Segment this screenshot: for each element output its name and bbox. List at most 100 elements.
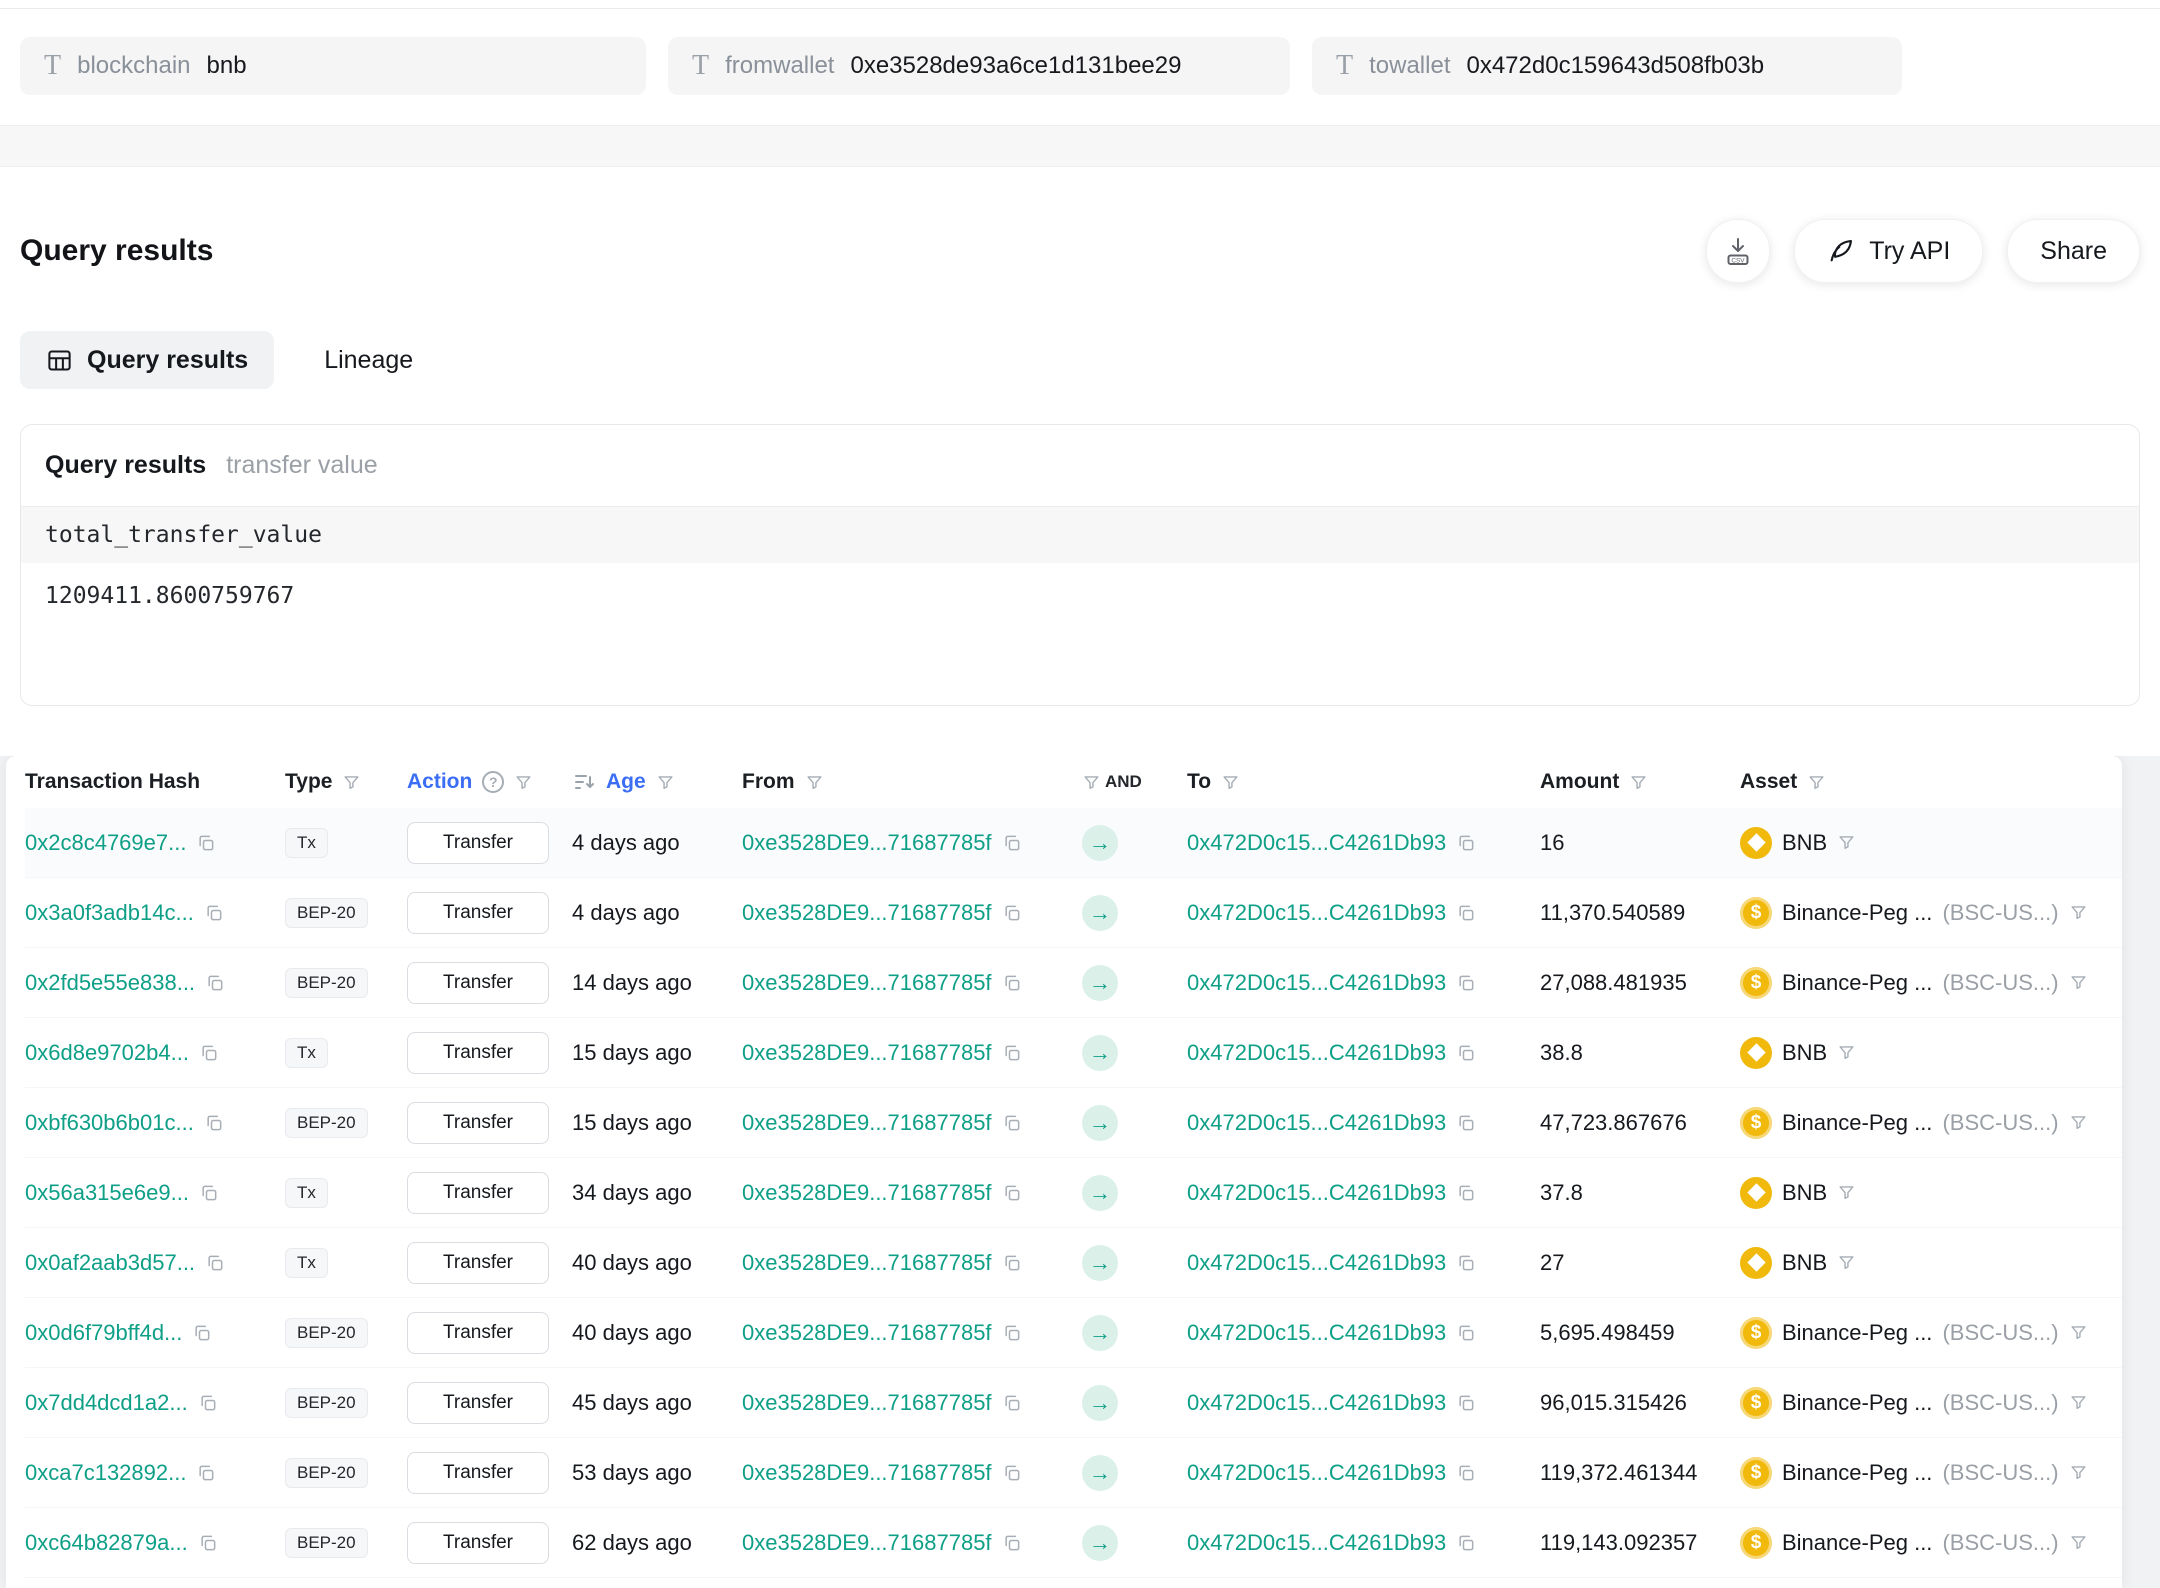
copy-icon[interactable] — [204, 1113, 224, 1133]
from-address-link[interactable]: 0xe3528DE9...71687785f — [742, 1320, 992, 1346]
filter-icon[interactable] — [514, 773, 533, 792]
filter-icon[interactable] — [2069, 1533, 2088, 1552]
and-filter-chip[interactable]: AND — [1082, 772, 1142, 792]
copy-icon[interactable] — [198, 1533, 218, 1553]
filter-icon[interactable] — [1629, 773, 1648, 792]
header-actions: CSV Try API Share — [1706, 219, 2140, 283]
transaction-hash-link[interactable]: 0x3a0f3adb14c... — [25, 900, 194, 926]
help-icon[interactable]: ? — [482, 771, 504, 793]
param-towallet[interactable]: T towallet 0x472d0c159643d508fb03b — [1312, 37, 1902, 95]
filter-icon[interactable] — [2069, 903, 2088, 922]
copy-icon[interactable] — [192, 1323, 212, 1343]
copy-icon[interactable] — [199, 1043, 219, 1063]
copy-icon[interactable] — [204, 903, 224, 923]
param-fromwallet[interactable]: T fromwallet 0xe3528de93a6ce1d131bee29 — [668, 37, 1290, 95]
transaction-hash-link[interactable]: 0xc64b82879a... — [25, 1530, 188, 1556]
tab-query-results[interactable]: Query results — [20, 331, 274, 389]
copy-icon[interactable] — [205, 1253, 225, 1273]
copy-icon[interactable] — [1002, 1183, 1022, 1203]
from-address-link[interactable]: 0xe3528DE9...71687785f — [742, 1390, 992, 1416]
to-address-link[interactable]: 0x472D0c15...C4261Db93 — [1187, 1460, 1446, 1486]
copy-icon[interactable] — [1456, 1253, 1476, 1273]
to-address-link[interactable]: 0x472D0c15...C4261Db93 — [1187, 1250, 1446, 1276]
transaction-hash-link[interactable]: 0x6d8e9702b4... — [25, 1040, 189, 1066]
amount-cell: 27,088.481935 — [1540, 970, 1740, 996]
filter-icon[interactable] — [2069, 1323, 2088, 1342]
filter-icon[interactable] — [1837, 1043, 1856, 1062]
copy-icon[interactable] — [1456, 833, 1476, 853]
filter-icon[interactable] — [1807, 773, 1826, 792]
to-address-link[interactable]: 0x472D0c15...C4261Db93 — [1187, 900, 1446, 926]
filter-icon[interactable] — [2069, 973, 2088, 992]
to-address-link[interactable]: 0x472D0c15...C4261Db93 — [1187, 830, 1446, 856]
to-address-link[interactable]: 0x472D0c15...C4261Db93 — [1187, 1320, 1446, 1346]
copy-icon[interactable] — [1002, 903, 1022, 923]
copy-icon[interactable] — [1002, 1043, 1022, 1063]
from-address-link[interactable]: 0xe3528DE9...71687785f — [742, 830, 992, 856]
copy-icon[interactable] — [1002, 973, 1022, 993]
copy-icon[interactable] — [1002, 1463, 1022, 1483]
transaction-hash-link[interactable]: 0x56a315e6e9... — [25, 1180, 189, 1206]
copy-icon[interactable] — [1456, 1043, 1476, 1063]
to-address-link[interactable]: 0x472D0c15...C4261Db93 — [1187, 1390, 1446, 1416]
filter-icon[interactable] — [805, 773, 824, 792]
copy-icon[interactable] — [1456, 1533, 1476, 1553]
amount-value: 38.8 — [1540, 1040, 1583, 1066]
copy-icon[interactable] — [1456, 1393, 1476, 1413]
transaction-hash-link[interactable]: 0xbf630b6b01c... — [25, 1110, 194, 1136]
filter-icon[interactable] — [1837, 1183, 1856, 1202]
from-address-link[interactable]: 0xe3528DE9...71687785f — [742, 1530, 992, 1556]
copy-icon[interactable] — [199, 1183, 219, 1203]
from-address-link[interactable]: 0xe3528DE9...71687785f — [742, 1460, 992, 1486]
copy-icon[interactable] — [1456, 1463, 1476, 1483]
transaction-hash-link[interactable]: 0x0af2aab3d57... — [25, 1250, 195, 1276]
param-blockchain[interactable]: T blockchain bnb — [20, 37, 646, 95]
filter-icon[interactable] — [656, 773, 675, 792]
copy-icon[interactable] — [1456, 1183, 1476, 1203]
to-address-link[interactable]: 0x472D0c15...C4261Db93 — [1187, 1040, 1446, 1066]
share-button[interactable]: Share — [2007, 219, 2140, 283]
filter-icon[interactable] — [2069, 1463, 2088, 1482]
to-address-link[interactable]: 0x472D0c15...C4261Db93 — [1187, 1180, 1446, 1206]
copy-icon[interactable] — [196, 1463, 216, 1483]
filter-icon[interactable] — [2069, 1113, 2088, 1132]
to-address-link[interactable]: 0x472D0c15...C4261Db93 — [1187, 1110, 1446, 1136]
copy-icon[interactable] — [1002, 1533, 1022, 1553]
from-address-link[interactable]: 0xe3528DE9...71687785f — [742, 1040, 992, 1066]
filter-icon[interactable] — [1837, 833, 1856, 852]
filter-icon[interactable] — [1221, 773, 1240, 792]
tab-lineage[interactable]: Lineage — [324, 346, 413, 375]
filter-icon[interactable] — [1837, 1253, 1856, 1272]
copy-icon[interactable] — [1456, 1113, 1476, 1133]
transfer-arrow-icon: → — [1082, 1315, 1118, 1351]
from-address-link[interactable]: 0xe3528DE9...71687785f — [742, 1250, 992, 1276]
try-api-button[interactable]: Try API — [1794, 219, 1983, 283]
age-value: 15 days ago — [572, 1040, 692, 1066]
from-address-link[interactable]: 0xe3528DE9...71687785f — [742, 900, 992, 926]
copy-icon[interactable] — [1002, 1253, 1022, 1273]
filter-icon[interactable] — [342, 773, 361, 792]
copy-icon[interactable] — [1456, 1323, 1476, 1343]
transaction-hash-link[interactable]: 0x2fd5e55e838... — [25, 970, 195, 996]
to-address-link[interactable]: 0x472D0c15...C4261Db93 — [1187, 1530, 1446, 1556]
filter-icon[interactable] — [2069, 1393, 2088, 1412]
transaction-hash-link[interactable]: 0xca7c132892... — [25, 1460, 186, 1486]
transaction-hash-link[interactable]: 0x7dd4dcd1a2... — [25, 1390, 188, 1416]
transaction-hash-link[interactable]: 0x2c8c4769e7... — [25, 830, 186, 856]
copy-icon[interactable] — [196, 833, 216, 853]
copy-icon[interactable] — [1456, 973, 1476, 993]
sort-descending-icon[interactable] — [572, 770, 596, 794]
export-csv-button[interactable]: CSV — [1706, 219, 1770, 283]
transaction-hash-link[interactable]: 0x0d6f79bff4d... — [25, 1320, 182, 1346]
from-address-link[interactable]: 0xe3528DE9...71687785f — [742, 970, 992, 996]
from-address-link[interactable]: 0xe3528DE9...71687785f — [742, 1180, 992, 1206]
copy-icon[interactable] — [1002, 833, 1022, 853]
copy-icon[interactable] — [1456, 903, 1476, 923]
copy-icon[interactable] — [205, 973, 225, 993]
copy-icon[interactable] — [198, 1393, 218, 1413]
copy-icon[interactable] — [1002, 1113, 1022, 1133]
copy-icon[interactable] — [1002, 1393, 1022, 1413]
copy-icon[interactable] — [1002, 1323, 1022, 1343]
from-address-link[interactable]: 0xe3528DE9...71687785f — [742, 1110, 992, 1136]
to-address-link[interactable]: 0x472D0c15...C4261Db93 — [1187, 970, 1446, 996]
